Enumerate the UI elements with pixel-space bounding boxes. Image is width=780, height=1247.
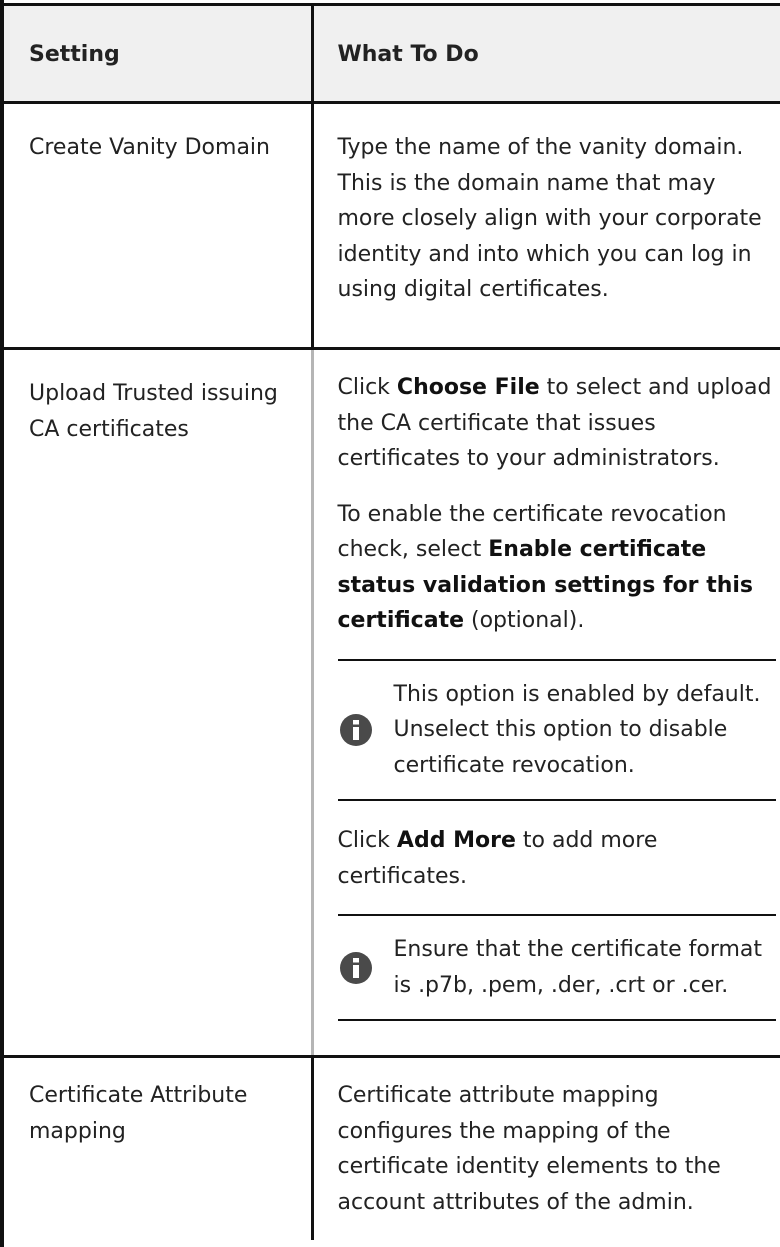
- add-more-ui-label: Add More: [396, 828, 516, 853]
- choose-file-instruction: Click Choose File to select and upload t…: [338, 370, 777, 477]
- table-left-border: [0, 0, 4, 1247]
- info-icon: [339, 951, 372, 984]
- choose-file-ui-label: Choose File: [396, 375, 540, 400]
- note-text: Ensure that the certificate format is .p…: [393, 937, 763, 998]
- setting-cell: Create Vanity Domain: [0, 102, 314, 350]
- column-header-what-to-do: What To Do: [312, 3, 780, 104]
- note-text: This option is enabled by default. Unsel…: [393, 681, 761, 778]
- setting-cell: Certificate Attribute mapping: [0, 1056, 314, 1240]
- column-header-setting: Setting: [0, 3, 314, 104]
- table-header-row: Setting What To Do: [0, 3, 780, 104]
- table-row: Create Vanity Domain Type the name of th…: [0, 102, 780, 350]
- description-text: Type the name of the vanity domain. This…: [337, 135, 762, 302]
- revocation-instruction: To enable the certificate revocation che…: [338, 497, 777, 639]
- add-more-instruction: Click Add More to add more certificates.: [338, 823, 777, 894]
- table-row: Certificate Attribute mapping Certificat…: [0, 1056, 780, 1241]
- info-note: Ensure that the certificate format is .p…: [337, 914, 776, 1021]
- description-cell: Click Choose File to select and upload t…: [312, 348, 780, 1058]
- info-icon: [339, 713, 372, 746]
- settings-table: Setting What To Do Create Vanity Domain …: [0, 3, 780, 1240]
- description-text: Certificate attribute mapping configures…: [337, 1083, 721, 1215]
- text-run: (optional).: [464, 608, 585, 633]
- table-row: Upload Trusted issuing CA certificates C…: [0, 348, 780, 1058]
- setting-cell: Upload Trusted issuing CA certificates: [0, 348, 314, 1058]
- text-run: Click: [337, 375, 397, 400]
- document-page: Setting What To Do Create Vanity Domain …: [0, 0, 780, 1247]
- info-note: This option is enabled by default. Unsel…: [337, 658, 776, 801]
- description-cell: Type the name of the vanity domain. This…: [312, 102, 780, 350]
- description-cell: Certificate attribute mapping configures…: [312, 1057, 780, 1241]
- text-run: Click: [337, 828, 397, 853]
